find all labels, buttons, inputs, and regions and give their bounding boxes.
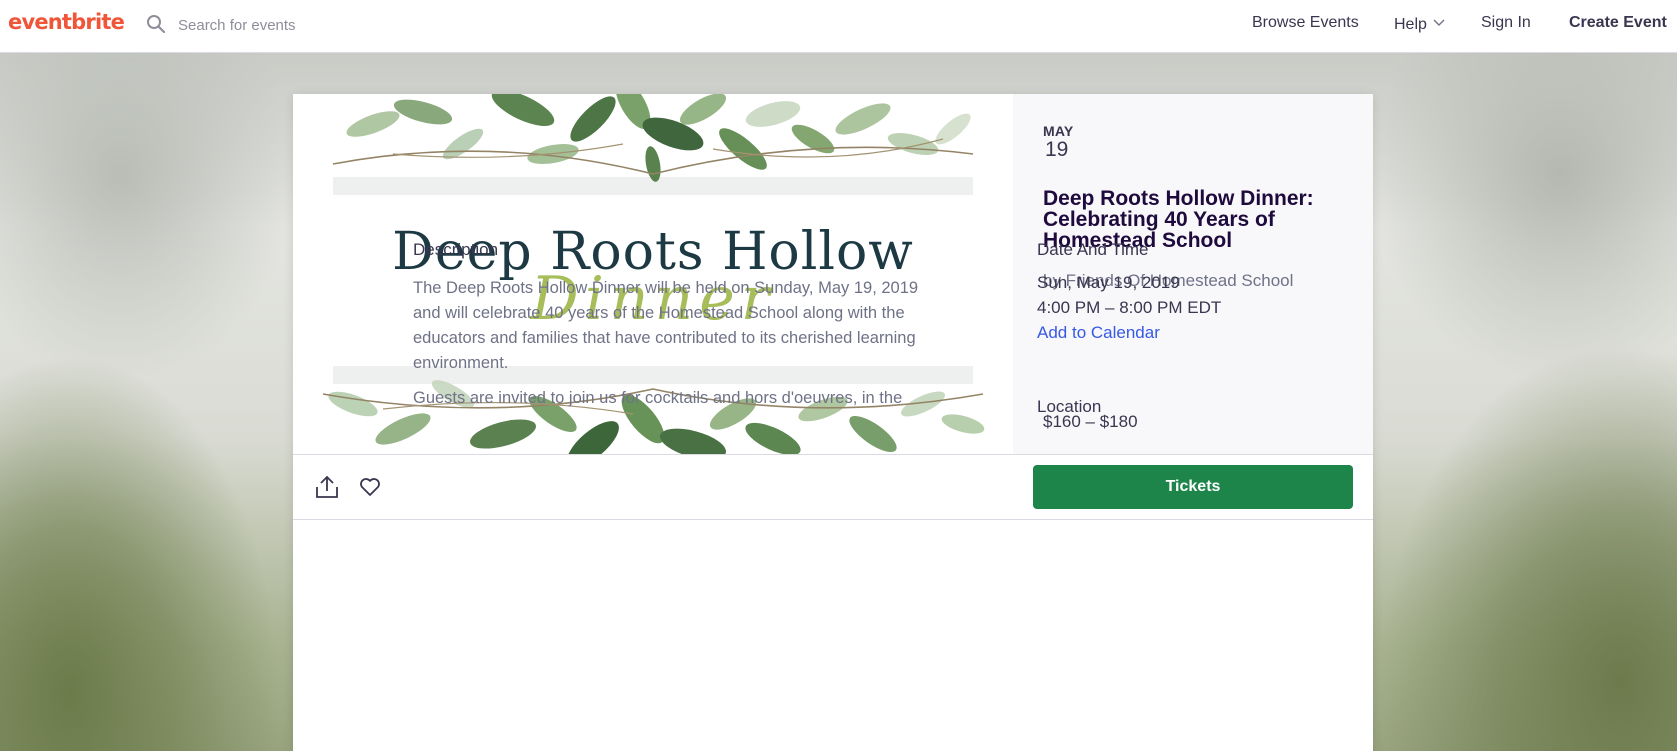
sign-in-link[interactable]: Sign In [1481,14,1531,32]
event-date: Sun, May 19, 2019 [1037,273,1180,292]
add-to-calendar-link[interactable]: Add to Calendar [1037,323,1160,343]
help-menu[interactable]: Help [1394,14,1445,34]
eventbrite-logo[interactable]: eventbrite [8,10,125,34]
chevron-down-icon [1433,14,1445,32]
event-card: Deep Roots Hollow Dinner MAY 19 Deep Roo… [293,94,1373,751]
description-heading: Description [413,240,499,259]
create-event-link[interactable]: Create Event [1569,14,1667,32]
event-month: MAY [1043,123,1074,139]
browse-events-link[interactable]: Browse Events [1252,14,1359,32]
search-icon[interactable] [146,14,166,34]
action-bar: Tickets [293,454,1373,520]
share-icon[interactable] [315,474,339,500]
help-label: Help [1394,16,1427,33]
description-paragraph: The Deep Roots Hollow Dinner will be hel… [413,279,919,372]
location-heading: Location [1037,397,1102,416]
top-navigation: eventbrite Browse Events Help Sign In Cr… [0,0,1677,53]
heart-icon[interactable] [358,475,382,499]
tickets-button[interactable]: Tickets [1033,465,1353,509]
event-time: 4:00 PM – 8:00 PM EDT [1037,298,1222,317]
description-paragraph: Guests are invited to join us for cockta… [413,389,903,407]
date-time-heading: Date And Time [1037,240,1149,259]
event-day: 19 [1045,138,1069,161]
search-input[interactable] [178,12,538,38]
